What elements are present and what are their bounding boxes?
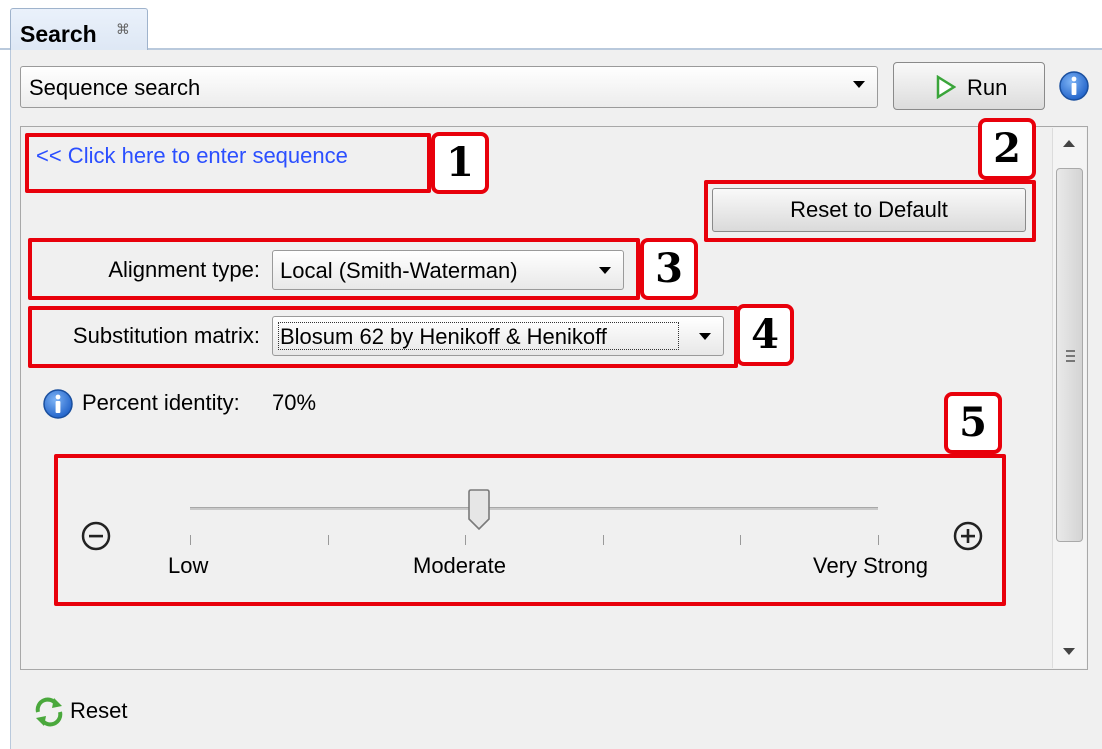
chevron-down-icon: [853, 81, 865, 88]
percent-identity-value: 70%: [272, 390, 317, 415]
refresh-icon: [35, 697, 63, 727]
annotation-box-4: [28, 306, 738, 368]
annotation-number-4: 4: [736, 304, 794, 366]
scroll-up-arrow-icon[interactable]: [1063, 140, 1075, 147]
grip-line: [1066, 350, 1075, 352]
vertical-scrollbar[interactable]: [1052, 128, 1086, 668]
annotation-number-3: 3: [640, 238, 698, 300]
search-type-dropdown[interactable]: Sequence search: [20, 66, 878, 108]
scroll-down-arrow-icon[interactable]: [1063, 648, 1075, 655]
annotation-box-3: [28, 238, 640, 300]
info-icon: [43, 389, 73, 419]
annotation-box-5: [54, 454, 1006, 606]
tab-search[interactable]: Search ⌘: [10, 8, 148, 52]
run-button[interactable]: Run: [893, 62, 1045, 110]
search-type-value: Sequence search: [29, 75, 201, 100]
annotation-number-2: 2: [978, 118, 1036, 180]
annotation-box-1: [25, 133, 431, 193]
grip-line: [1066, 355, 1075, 357]
play-icon: [936, 75, 956, 99]
info-icon[interactable]: [1058, 70, 1090, 102]
percent-identity-label: Percent identity:: [82, 390, 240, 415]
scroll-thumb[interactable]: [1056, 168, 1083, 542]
close-icon[interactable]: ⌘: [116, 21, 130, 38]
run-label: Run: [967, 75, 1008, 100]
annotation-number-5: 5: [944, 392, 1002, 454]
annotation-box-2: [704, 180, 1036, 242]
reset-button[interactable]: Reset: [32, 697, 127, 733]
tab-title: Search: [20, 21, 97, 47]
tab-strip: Search ⌘: [0, 0, 1102, 52]
reset-label: Reset: [70, 698, 128, 723]
annotation-number-1: 1: [431, 132, 489, 194]
grip-line: [1066, 360, 1075, 362]
